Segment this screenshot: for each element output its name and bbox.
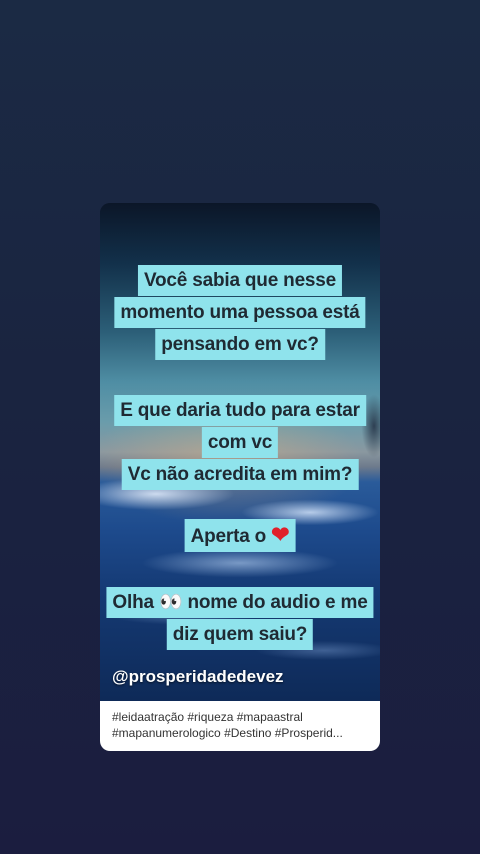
text-line-5: com vc — [201, 427, 279, 458]
text-line-4: E que daria tudo para estar — [114, 395, 366, 426]
text-line-3: pensando em vc? — [155, 329, 325, 360]
caption-line-1: #leidaatração #riqueza #mapaastral — [112, 710, 303, 724]
text-line-2: momento uma pessoa está — [114, 297, 366, 328]
aperta-label: Aperta o — [190, 526, 267, 547]
post-caption[interactable]: #leidaatração #riqueza #mapaastral #mapa… — [100, 701, 380, 751]
text-line-1: Você sabia que nesse — [137, 265, 343, 296]
caption-line-2: #mapanumerologico #Destino #Prosperid... — [112, 726, 343, 740]
post-image[interactable]: Você sabia que nesse momento uma pessoa … — [100, 203, 380, 701]
text-line-8: Olha 👀 nome do audio e me — [106, 587, 374, 618]
text-line-7: Aperta o ❤ — [184, 519, 296, 552]
text-line-6: Vc não acredita em mim? — [121, 459, 359, 490]
story-card[interactable]: Você sabia que nesse momento uma pessoa … — [100, 203, 380, 751]
heart-icon: ❤ — [271, 522, 290, 547]
text-line-9: diz quem saiu? — [166, 619, 314, 650]
account-handle[interactable]: @prosperidadedevez — [112, 667, 284, 687]
